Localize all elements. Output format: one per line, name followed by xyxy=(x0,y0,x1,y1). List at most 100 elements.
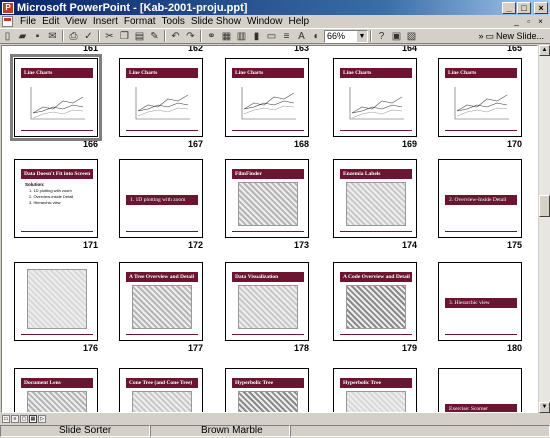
slide-thumbnail-item[interactable]: Cone Tree (and Cone Tree) xyxy=(119,368,203,412)
slide-thumbnail-item[interactable]: Exercise: Scorner xyxy=(438,368,522,412)
overflow-chevron-icon[interactable]: » xyxy=(478,31,483,41)
maximize-button[interactable]: □ xyxy=(517,1,531,14)
hyperlink-icon[interactable]: ⚭ xyxy=(205,30,218,43)
slide-thumbnail-item[interactable]: Data Doesn't Fit into Screen Solution: 1. … xyxy=(14,159,98,250)
slide-thumbnail[interactable]: Document Lens xyxy=(14,368,98,412)
slide-thumbnail[interactable]: 2. Overview-Inside Detail xyxy=(438,159,522,238)
scroll-up-button[interactable]: ▲ xyxy=(539,45,550,56)
slide-show-view-icon[interactable]: ▷ xyxy=(38,414,46,423)
scroll-down-button[interactable]: ▼ xyxy=(539,402,550,413)
undo-icon[interactable]: ↶ xyxy=(169,30,182,43)
slide-view-icon[interactable]: ▢ xyxy=(20,414,28,423)
menu-help[interactable]: Help xyxy=(286,16,313,27)
insert-table-icon[interactable]: ▥ xyxy=(235,30,248,43)
slide-thumbnail-item[interactable]: Line Charts 166 xyxy=(10,54,102,149)
menu-format[interactable]: Format xyxy=(121,16,159,27)
slide-thumbnail-item[interactable]: Data Visualization 178 xyxy=(225,262,309,353)
slide-thumbnail-item[interactable]: Hyperbolic Tree xyxy=(333,368,417,412)
slide-thumbnail[interactable]: FilmFinder xyxy=(225,159,309,238)
email-icon[interactable]: ✉ xyxy=(46,30,59,43)
save-icon[interactable]: ▪ xyxy=(31,30,44,43)
slide-sorter-pane[interactable]: 161 162 163 164 165 Line Charts 166 Line Charts… xyxy=(1,45,538,413)
slide-thumbnail[interactable]: Enzemia Labels xyxy=(333,159,417,238)
doc-minimize-button[interactable]: _ xyxy=(511,17,522,27)
slide-thumbnail[interactable]: Line Charts xyxy=(119,58,203,137)
slide-thumbnail-item[interactable]: Document Lens xyxy=(14,368,98,412)
slide-thumbnail-item[interactable]: FilmFinder 173 xyxy=(225,159,309,250)
slide-thumbnail[interactable]: 3. Hierarchic view xyxy=(438,262,522,341)
open-icon[interactable]: ▰ xyxy=(16,30,29,43)
slide-thumbnail[interactable]: Cone Tree (and Cone Tree) xyxy=(119,368,203,412)
slide-thumbnail-item[interactable]: Line Charts 168 xyxy=(225,58,309,149)
print-icon[interactable]: ⎙ xyxy=(67,30,80,43)
slide-thumbnail[interactable] xyxy=(14,262,98,341)
show-formatting-icon[interactable]: A xyxy=(295,30,308,43)
menu-view[interactable]: View xyxy=(62,16,90,27)
slide-thumbnail-item[interactable]: 2. Overview-Inside Detail 175 xyxy=(438,159,522,250)
powerpoint-app-icon[interactable]: P xyxy=(2,1,14,14)
slide-thumbnail-item[interactable]: Line Charts 170 xyxy=(438,58,522,149)
menu-window[interactable]: Window xyxy=(244,16,286,27)
menu-slide-show[interactable]: Slide Show xyxy=(188,16,244,27)
slide-thumbnail-item[interactable]: Line Charts 167 xyxy=(119,58,203,149)
minimize-button[interactable]: _ xyxy=(502,1,516,14)
slide-thumbnail-item[interactable]: Line Charts 169 xyxy=(333,58,417,149)
cut-icon[interactable]: ✂ xyxy=(103,30,116,43)
slide-thumbnail-item[interactable]: Enzemia Labels 174 xyxy=(333,159,417,250)
slide-number: 173 xyxy=(293,240,309,250)
new-icon[interactable]: ▯ xyxy=(1,30,14,43)
slide-thumbnail[interactable]: Data Visualization xyxy=(225,262,309,341)
scroll-thumb[interactable] xyxy=(539,195,550,217)
slide-thumbnail[interactable]: Hyperbolic Tree xyxy=(225,368,309,412)
slide-thumbnail[interactable]: Hyperbolic Tree xyxy=(333,368,417,412)
hide-slide-icon[interactable]: ▧ xyxy=(405,30,418,43)
menu-tools[interactable]: Tools xyxy=(159,16,188,27)
slide-thumbnail[interactable]: Line Charts xyxy=(438,58,522,137)
slide-number: 168 xyxy=(293,139,309,149)
slide-thumbnail[interactable]: Line Charts xyxy=(225,58,309,137)
slide-number: 170 xyxy=(506,139,522,149)
slide-thumbnail-item[interactable]: 1. 1D plotting with zoom 172 xyxy=(119,159,203,250)
new-slide-icon[interactable]: ▭ xyxy=(265,30,278,43)
slide-thumbnail[interactable]: Line Charts xyxy=(333,58,417,137)
slide-thumbnail[interactable]: A Tree Overview and Detail xyxy=(119,262,203,341)
slide-picture xyxy=(346,285,406,329)
normal-view-icon[interactable]: ▭ xyxy=(2,414,10,423)
new-slide-button[interactable]: » ▭ New Slide... xyxy=(478,31,544,42)
slide-thumbnail-item[interactable]: A Code Overview and Detail 179 xyxy=(333,262,417,353)
chevron-down-icon[interactable]: ▼ xyxy=(357,30,367,42)
help-icon[interactable]: ? xyxy=(375,30,388,43)
spelling-icon[interactable]: ✓ xyxy=(82,30,95,43)
insert-chart-icon[interactable]: ▮ xyxy=(250,30,263,43)
slide-sorter-view-icon[interactable]: ▦ xyxy=(29,414,37,423)
slide-thumbnail[interactable]: Exercise: Scorner xyxy=(438,368,522,412)
vertical-scrollbar[interactable]: ▲ ▼ xyxy=(539,45,550,413)
menu-file[interactable]: File xyxy=(17,16,39,27)
slide-thumbnail[interactable]: Line Charts xyxy=(10,54,102,141)
close-button[interactable]: × xyxy=(534,1,548,14)
format-painter-icon[interactable]: ✎ xyxy=(148,30,161,43)
document-icon[interactable] xyxy=(2,16,13,27)
menu-edit[interactable]: Edit xyxy=(39,16,62,27)
slide-thumbnail[interactable]: Data Doesn't Fit into Screen Solution: 1. … xyxy=(14,159,98,238)
doc-restore-button[interactable]: ▫ xyxy=(523,17,534,27)
menu-insert[interactable]: Insert xyxy=(90,16,121,27)
slide-thumbnail[interactable]: A Code Overview and Detail xyxy=(333,262,417,341)
tables-borders-icon[interactable]: ▦ xyxy=(220,30,233,43)
zoom-select[interactable]: 66% ▼ xyxy=(324,29,368,43)
slide-thumbnail-item[interactable]: Hyperbolic Tree xyxy=(225,368,309,412)
copy-icon[interactable]: ❐ xyxy=(118,30,131,43)
doc-close-button[interactable]: × xyxy=(535,17,546,27)
outline-view-icon[interactable]: ≡ xyxy=(11,414,19,423)
paste-icon[interactable]: ▤ xyxy=(133,30,146,43)
slide-thumbnail[interactable]: 1. 1D plotting with zoom xyxy=(119,159,203,238)
expand-all-icon[interactable]: ≡ xyxy=(280,30,293,43)
grayscale-icon[interactable]: ◐ xyxy=(310,30,323,43)
redo-icon[interactable]: ↷ xyxy=(184,30,197,43)
slide-thumbnail-item[interactable]: 3. Hierarchic view 180 xyxy=(438,262,522,353)
slide-transition-icon[interactable]: ▣ xyxy=(390,30,403,43)
slide-thumbnail-item[interactable]: A Tree Overview and Detail 177 xyxy=(119,262,203,353)
slide-footer-line xyxy=(445,130,517,131)
standard-toolbar: ▯ ▰ ▪ ✉ ⎙ ✓ ✂ ❐ ▤ ✎ ↶ ↷ ⚭ ▦ ▥ ▮ ▭ ≡ A ◐ … xyxy=(0,28,550,44)
slide-thumbnail-item[interactable]: 176 xyxy=(14,262,98,353)
